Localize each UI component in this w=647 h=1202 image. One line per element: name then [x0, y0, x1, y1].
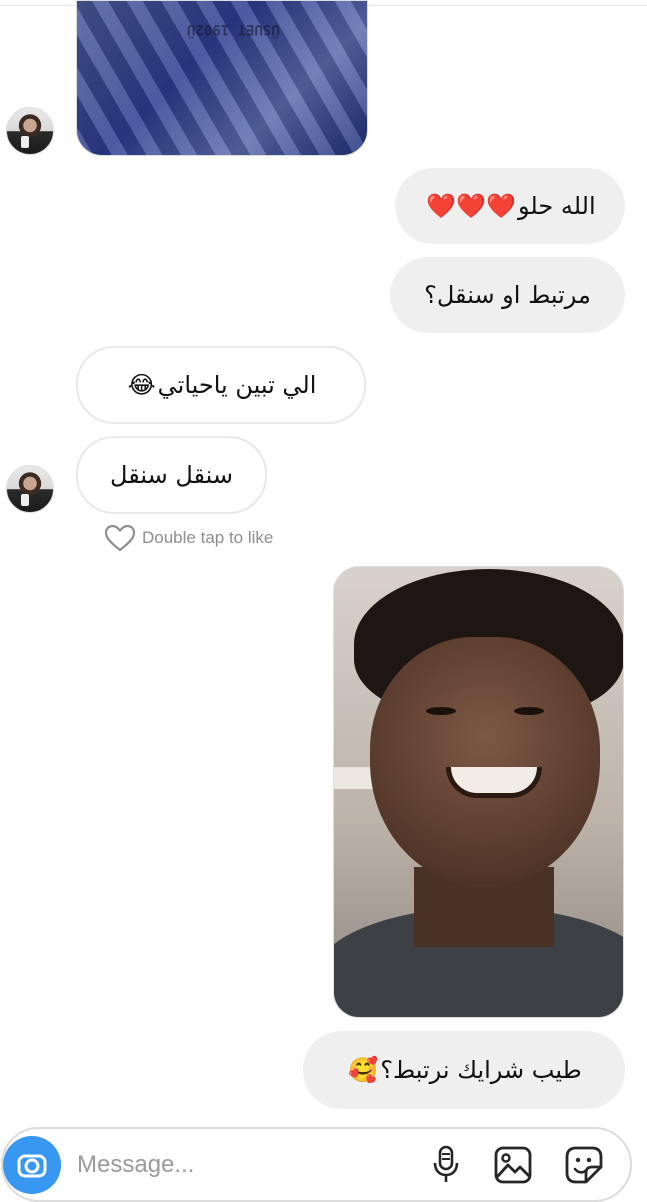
message-bubble-incoming[interactable]: سنقل سنقل	[76, 436, 267, 514]
message-bubble-outgoing[interactable]: مرتبط او سنقل؟	[390, 257, 625, 333]
background-lamp	[334, 767, 374, 789]
received-photo-partial[interactable]: ÜSUET 1902Ü	[76, 0, 368, 156]
message-bubble-outgoing[interactable]: الله حلو ❤️❤️❤️	[395, 168, 625, 244]
laughing-emoji: 😂	[127, 371, 156, 399]
gallery-button[interactable]	[491, 1143, 535, 1187]
message-input[interactable]: Message...	[77, 1151, 194, 1179]
photo-eye	[514, 707, 544, 715]
message-bubble-incoming[interactable]: الي تبين ياحياتي 😂	[76, 346, 366, 424]
photo-face	[370, 637, 600, 887]
microphone-icon	[433, 1145, 459, 1182]
message-text: مرتبط او سنقل؟	[424, 281, 591, 309]
sender-avatar[interactable]	[6, 107, 54, 155]
message-text: سنقل سنقل	[110, 461, 233, 489]
message-text: الي تبين ياحياتي	[157, 371, 317, 399]
message-text: الله حلو	[518, 192, 596, 220]
message-composer: Message...	[1, 1127, 632, 1202]
sent-photo[interactable]	[333, 566, 624, 1018]
message-text: طيب شرايك نرتبط؟	[380, 1056, 582, 1084]
sender-avatar[interactable]	[6, 465, 54, 513]
microphone-button[interactable]	[424, 1143, 468, 1187]
heart-emoji: ❤️❤️❤️	[426, 192, 517, 220]
double-tap-like-hint[interactable]: Double tap to like	[104, 524, 273, 552]
photo-print-text: ÜSUET 1902Ü	[187, 21, 280, 37]
like-hint-text: Double tap to like	[142, 528, 274, 547]
message-bubble-outgoing[interactable]: طيب شرايك نرتبط؟ 🥰	[303, 1031, 625, 1109]
gallery-icon	[494, 1146, 532, 1184]
sticker-icon	[565, 1146, 603, 1184]
smiling-hearts-emoji: 🥰	[348, 1056, 379, 1084]
photo-eye	[426, 707, 456, 715]
camera-icon	[17, 1154, 47, 1178]
heart-outline-icon	[104, 524, 136, 552]
sticker-button[interactable]	[562, 1143, 606, 1187]
camera-button[interactable]	[3, 1136, 61, 1194]
